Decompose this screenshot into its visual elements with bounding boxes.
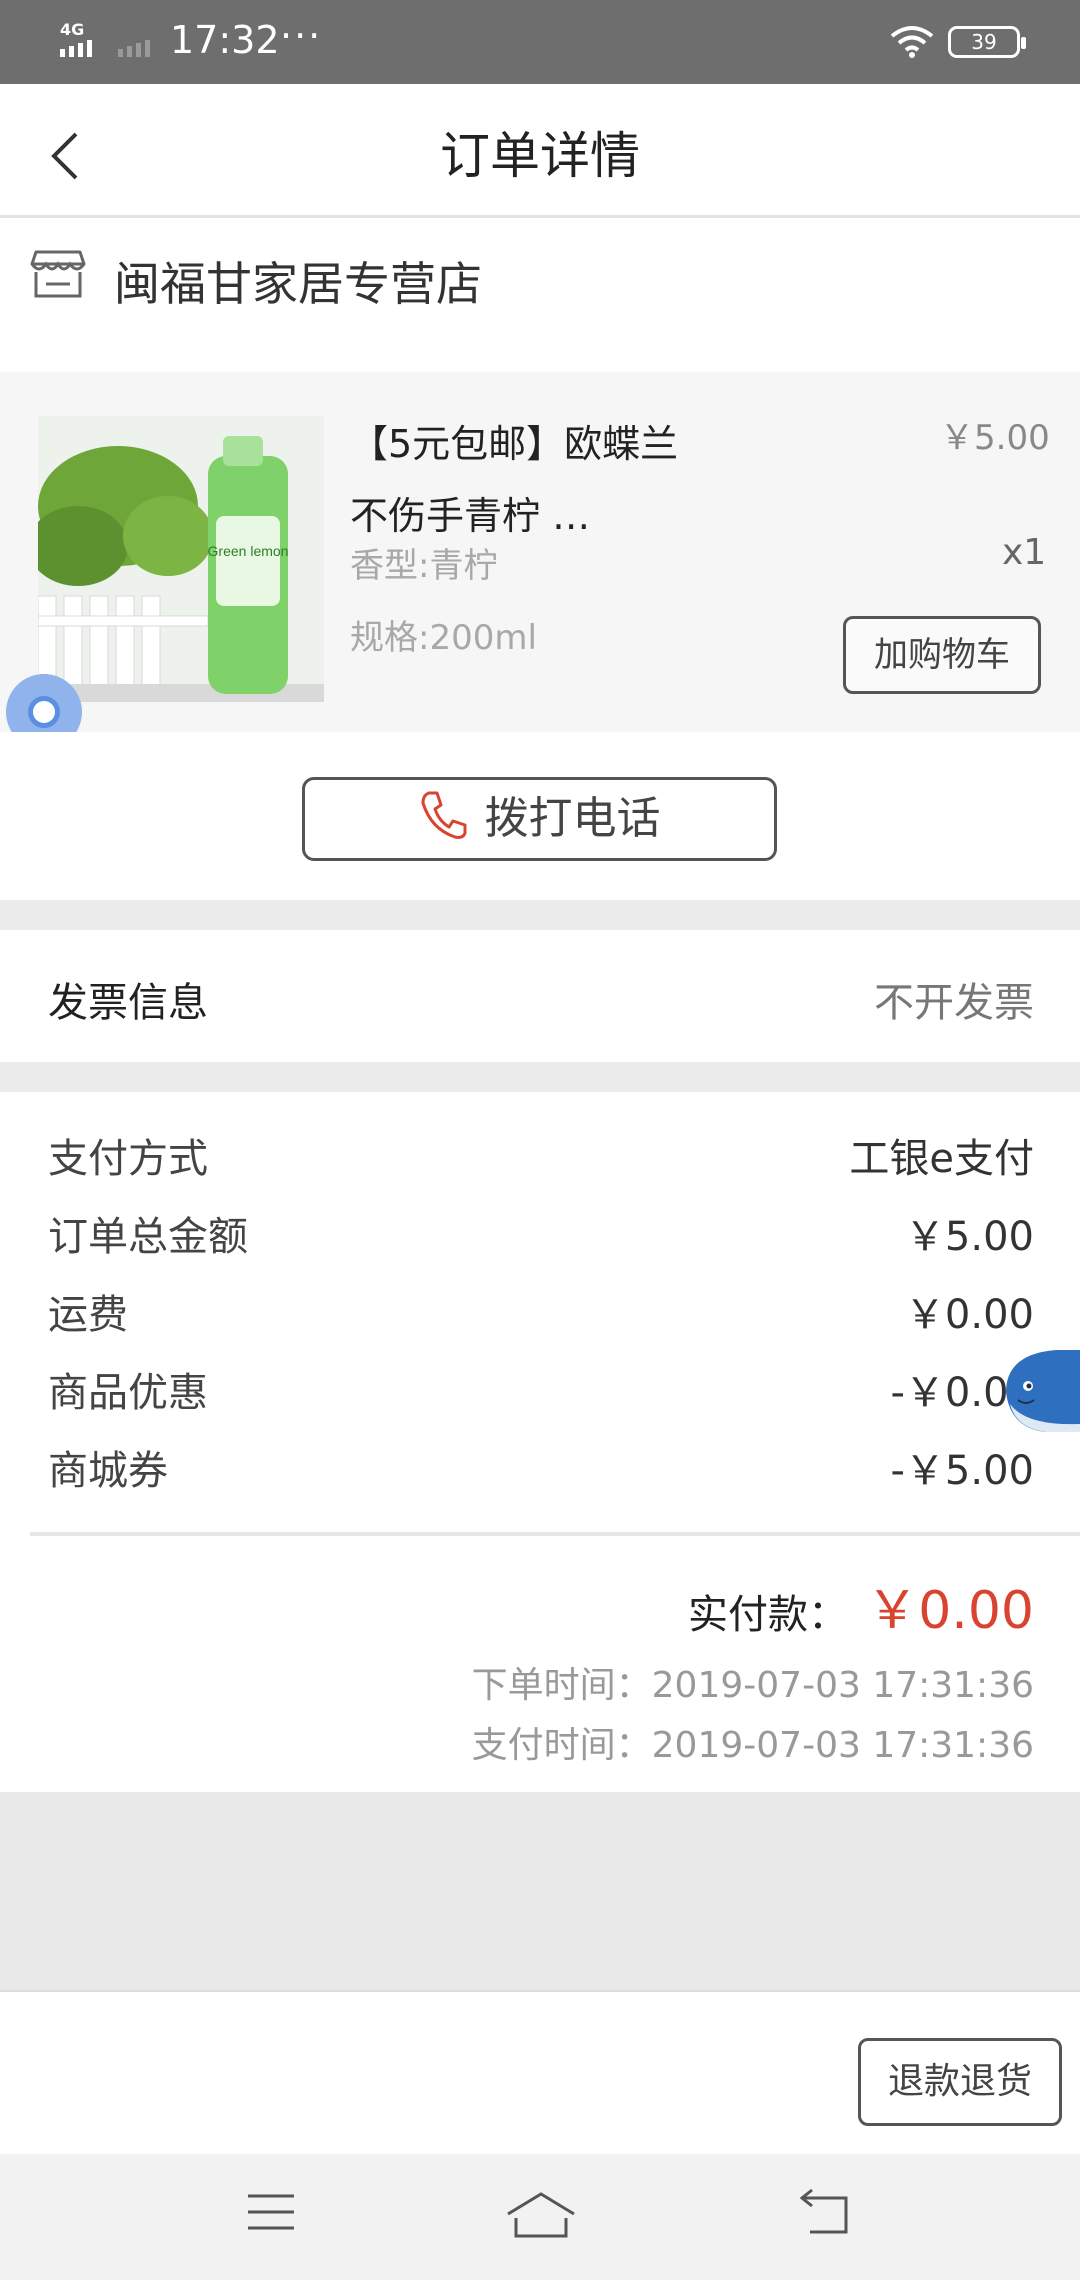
product-scent: 香型:青柠	[350, 546, 498, 586]
system-nav-bar	[0, 2154, 1080, 2280]
call-button[interactable]: 拨打电话	[302, 777, 777, 861]
call-section: 拨打电话	[0, 732, 1080, 900]
signal-secondary-icon	[118, 38, 154, 57]
product-image-text: Green lemon	[208, 543, 289, 559]
payment-divider	[30, 1532, 1080, 1536]
store-row[interactable]: 闽福甘家居专营店	[0, 218, 1080, 370]
refund-return-button[interactable]: 退款退货	[858, 2038, 1062, 2126]
order-total-row: 订单总金额 ￥5.00	[48, 1204, 1034, 1282]
amount-paid-value: ￥0.00	[866, 1581, 1034, 1641]
mall-coupon-label: 商城券	[48, 1448, 168, 1494]
order-total-value: ￥5.00	[904, 1214, 1034, 1260]
shipping-label: 运费	[48, 1292, 128, 1338]
network-type: 4G	[60, 20, 85, 39]
product-image[interactable]: Green lemon	[38, 416, 324, 702]
bottom-action-bar: 退款退货	[0, 1994, 1080, 2154]
shipping-value: ￥0.00	[904, 1292, 1034, 1338]
product-title: 【5元包邮】欧蝶兰不伤手青柠 …	[350, 422, 679, 538]
order-total-label: 订单总金额	[48, 1214, 248, 1260]
status-more-dots: ···	[280, 14, 323, 58]
wifi-icon	[890, 24, 934, 62]
amount-paid-label: 实付款：	[688, 1592, 848, 1638]
whale-mascot-icon[interactable]	[986, 1342, 1080, 1442]
product-price: ￥5.00	[940, 418, 1050, 458]
status-time: 17:32	[170, 18, 280, 62]
payment-method-label: 支付方式	[48, 1136, 208, 1182]
mall-coupon-row: 商城券 -￥5.00	[48, 1438, 1034, 1516]
back-nav-icon[interactable]	[796, 2188, 852, 2242]
shipping-row: 运费 ￥0.00	[48, 1282, 1034, 1360]
invoice-label: 发票信息	[48, 980, 208, 1026]
store-icon	[30, 248, 86, 304]
call-button-label: 拨打电话	[484, 793, 661, 844]
product-discount-row: 商品优惠 -￥0.00	[48, 1360, 1034, 1438]
add-to-cart-button[interactable]: 加购物车	[843, 616, 1041, 694]
payment-method-row: 支付方式 工银e支付	[48, 1126, 1034, 1204]
page-title: 订单详情	[440, 127, 640, 185]
order-time: 下单时间：2019-07-03 17:31:36	[471, 1665, 1034, 1706]
store-name: 闽福甘家居专营店	[114, 257, 482, 311]
pay-time: 支付时间：2019-07-03 17:31:36	[471, 1725, 1034, 1766]
phone-icon	[421, 791, 466, 839]
product-discount-label: 商品优惠	[48, 1370, 208, 1416]
menu-icon[interactable]	[244, 2188, 298, 2240]
empty-gray-area	[0, 1792, 1080, 1992]
header-bar: 订单详情	[0, 84, 1080, 218]
battery-icon: 39	[948, 26, 1026, 58]
product-spec: 规格:200ml	[350, 618, 537, 658]
product-quantity: x1	[1002, 532, 1047, 573]
section-divider	[0, 900, 1080, 930]
mall-coupon-value: -￥5.00	[890, 1448, 1035, 1494]
status-bar: 4G 17:32 ··· 39	[0, 0, 1080, 84]
payment-method-value: 工银e支付	[849, 1136, 1034, 1182]
invoice-value: 不开发票	[874, 980, 1034, 1026]
home-icon[interactable]	[504, 2188, 578, 2246]
invoice-row[interactable]: 发票信息 不开发票	[0, 930, 1080, 1062]
payment-section: 支付方式 工银e支付 订单总金额 ￥5.00 运费 ￥0.00 商品优惠 -￥0…	[0, 1092, 1080, 1792]
section-divider	[0, 1062, 1080, 1092]
product-card[interactable]: Green lemon 【5元包邮】欧蝶兰不伤手青柠 … ￥5.00 香型:青柠…	[0, 372, 1080, 732]
signal-icon	[60, 38, 96, 57]
